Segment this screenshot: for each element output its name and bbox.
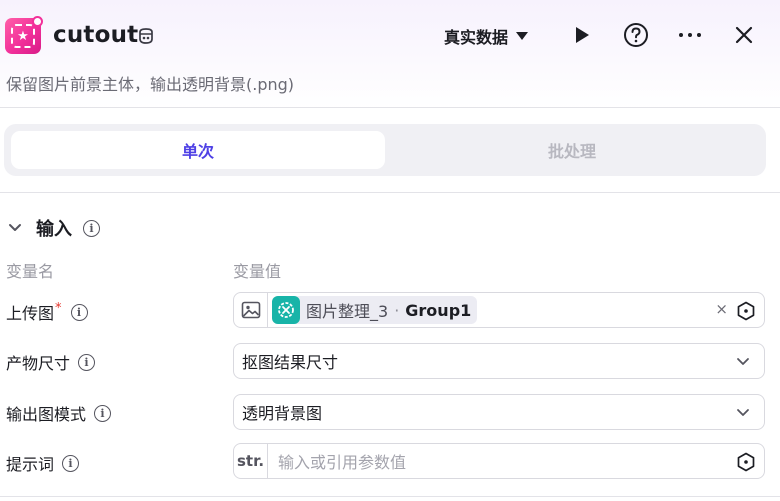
tab-single[interactable]: 单次	[11, 131, 385, 169]
column-header-value: 变量值	[233, 262, 282, 281]
more-icon	[679, 33, 701, 37]
chip-separator: ·	[394, 300, 400, 320]
param-label-text: 产物尺寸	[6, 354, 71, 373]
chip-node-name: 图片整理_3	[306, 302, 389, 321]
info-icon[interactable]: i	[83, 219, 100, 237]
input-section-toggle[interactable]: 输入 i	[8, 215, 100, 241]
column-header-name: 变量名	[6, 262, 55, 281]
param-label-text: 输出图模式	[6, 405, 87, 424]
param-label-text: 提示词	[6, 455, 55, 474]
ai-badge-icon	[139, 28, 153, 44]
upload-image-field[interactable]: 图片整理_3 · Group1 ×	[233, 292, 765, 328]
node-title[interactable]: cutout	[53, 22, 138, 48]
node-header: ★ cutout 真实数据	[0, 0, 780, 72]
close-button[interactable]	[731, 22, 757, 48]
divider	[0, 107, 780, 108]
chip-group-name: Group1	[405, 300, 472, 320]
reference-icon[interactable]	[736, 452, 756, 472]
clear-button[interactable]: ×	[715, 300, 728, 318]
close-icon	[735, 26, 753, 44]
select-value: 抠图结果尺寸	[242, 353, 339, 372]
param-label-prompt: 提示词 i	[6, 451, 80, 475]
section-title: 输入	[36, 219, 72, 240]
type-tag: str.	[236, 452, 265, 470]
string-type-prefix: str.	[234, 444, 268, 478]
image-type-prefix	[234, 293, 268, 327]
info-icon[interactable]: i	[78, 353, 96, 371]
play-icon	[576, 27, 589, 43]
chevron-down-icon	[737, 358, 749, 365]
node-link-icon	[272, 296, 300, 324]
reference-icon[interactable]	[736, 301, 756, 321]
run-button[interactable]	[569, 22, 595, 48]
run-mode-tabs: 单次 批处理	[4, 124, 766, 176]
output-size-select[interactable]: 抠图结果尺寸	[233, 343, 765, 379]
variable-reference-chip[interactable]: 图片整理_3 · Group1	[272, 296, 478, 324]
param-label-upload: 上传图 * i	[6, 300, 88, 324]
help-icon	[624, 23, 648, 47]
caret-down-icon	[516, 32, 529, 40]
info-icon[interactable]: i	[94, 404, 112, 422]
prompt-placeholder[interactable]: 输入或引用参数值	[268, 449, 764, 473]
chevron-down-icon	[9, 224, 21, 231]
image-icon	[241, 301, 260, 319]
select-value: 透明背景图	[242, 404, 323, 423]
divider	[0, 496, 780, 497]
prompt-input-field[interactable]: str. 输入或引用参数值	[233, 443, 765, 479]
more-button[interactable]	[677, 22, 703, 48]
app-cutout-icon: ★	[5, 16, 43, 54]
node-description: 保留图片前景主体，输出透明背景(.png)	[6, 75, 295, 94]
data-mode-select[interactable]: 真实数据	[444, 24, 529, 48]
divider	[0, 192, 780, 193]
output-mode-select[interactable]: 透明背景图	[233, 394, 765, 430]
tab-batch[interactable]: 批处理	[385, 131, 759, 169]
param-label-size: 产物尺寸 i	[6, 350, 96, 374]
data-mode-label: 真实数据	[444, 28, 509, 47]
param-label-text: 上传图	[6, 304, 55, 323]
chevron-down-icon	[737, 409, 749, 416]
info-icon[interactable]: i	[62, 454, 80, 472]
param-label-mode: 输出图模式 i	[6, 401, 112, 425]
help-button[interactable]	[623, 22, 649, 48]
info-icon[interactable]: i	[70, 303, 88, 321]
required-mark: *	[55, 300, 62, 316]
